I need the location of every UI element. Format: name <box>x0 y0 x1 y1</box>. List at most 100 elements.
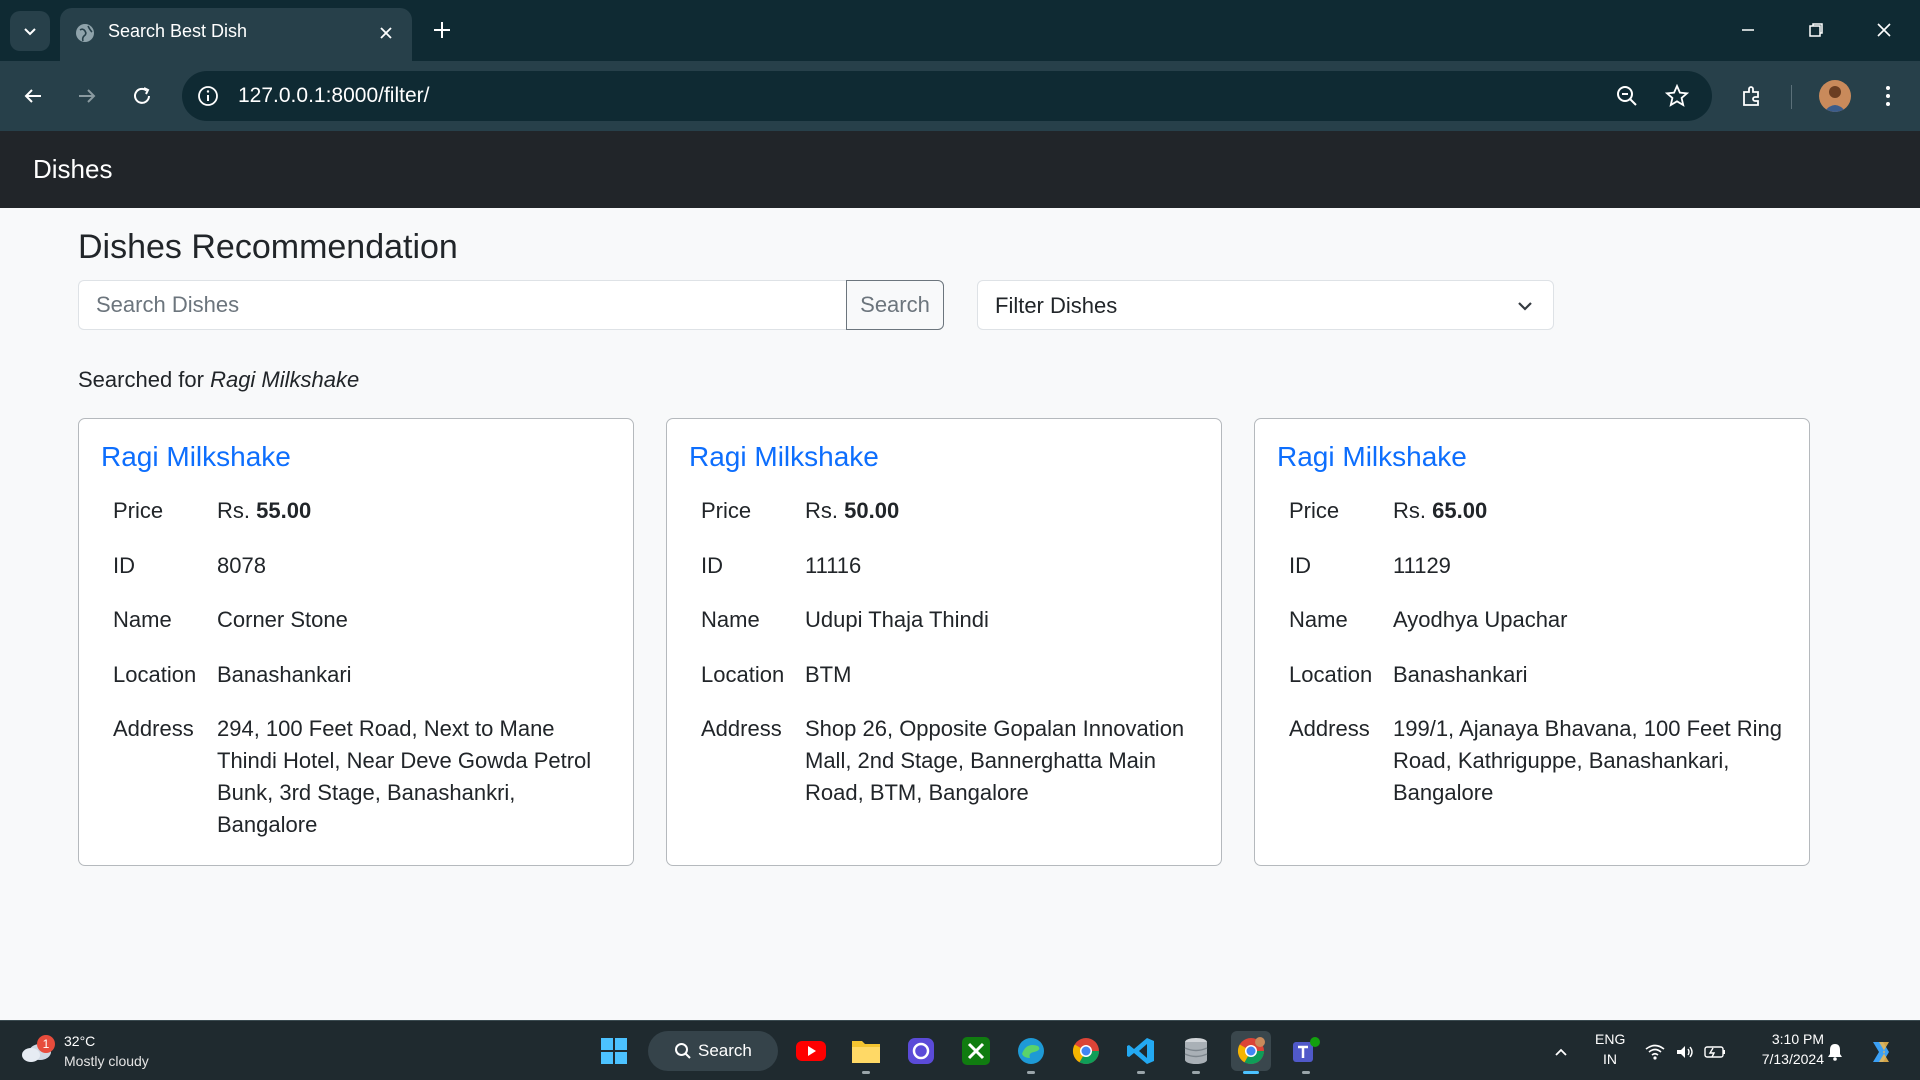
location-value: Banashankari <box>1393 662 1528 687</box>
temperature: 32°C <box>64 1033 96 1049</box>
bookmark-star-icon[interactable] <box>1664 83 1690 109</box>
running-indicator <box>1192 1071 1200 1074</box>
address-value: 294, 100 Feet Road, Next to Mane Thindi … <box>217 716 592 837</box>
forward-arrow-icon[interactable] <box>70 79 104 113</box>
currency: Rs. <box>805 498 838 523</box>
more-menu-icon[interactable] <box>1870 78 1906 114</box>
active-tab[interactable]: Search Best Dish <box>60 8 412 61</box>
taskbar-search[interactable]: Search <box>648 1031 778 1071</box>
file-explorer-icon[interactable] <box>846 1031 886 1074</box>
youtube-icon[interactable] <box>791 1031 831 1071</box>
wifi-icon[interactable] <box>1644 1041 1666 1063</box>
restore-icon[interactable] <box>1800 14 1832 46</box>
address-value: 199/1, Ajanaya Bhavana, 100 Feet Ring Ro… <box>1393 716 1782 805</box>
notification-bell-icon[interactable] <box>1824 1041 1846 1063</box>
battery-icon[interactable] <box>1704 1041 1726 1063</box>
app-icon[interactable] <box>901 1031 941 1071</box>
name-label: Name <box>701 607 760 632</box>
chevron-down-icon <box>24 28 36 36</box>
search-result-summary: Searched for Ragi Milkshake <box>78 367 359 393</box>
taskbar: 1 32°C Mostly cloudy Search ENG IN 3:10 … <box>0 1020 1920 1080</box>
location-label: Location <box>701 662 785 687</box>
weather-badge: 1 <box>37 1035 55 1053</box>
search-input[interactable] <box>78 280 847 330</box>
clock-date[interactable]: 7/13/2024 <box>1744 1051 1824 1067</box>
language-bottom[interactable]: IN <box>1595 1051 1625 1067</box>
id-value: 11116 <box>805 553 862 578</box>
clock-time[interactable]: 3:10 PM <box>1744 1031 1824 1047</box>
chrome-profile-icon[interactable] <box>1231 1031 1271 1074</box>
chrome-icon[interactable] <box>1066 1031 1106 1071</box>
navbar-brand[interactable]: Dishes <box>33 154 112 185</box>
price-label: Price <box>113 498 164 523</box>
extensions-icon[interactable] <box>1734 78 1770 114</box>
id-value: 8078 <box>217 553 266 578</box>
minimize-icon[interactable] <box>1732 14 1764 46</box>
location-value: Banashankari <box>217 662 352 687</box>
globe-icon <box>76 24 94 42</box>
location-label: Location <box>113 662 197 687</box>
toolbar-divider <box>1791 85 1792 109</box>
running-indicator <box>1027 1071 1035 1074</box>
profile-avatar[interactable] <box>1819 80 1851 112</box>
price-amount: 65.00 <box>1432 498 1488 523</box>
new-tab-icon[interactable] <box>428 16 456 44</box>
currency: Rs. <box>1393 498 1426 523</box>
running-indicator <box>1302 1071 1310 1074</box>
address-label: Address <box>113 716 194 741</box>
dish-title-link[interactable]: Ragi Milkshake <box>689 441 879 473</box>
copilot-icon[interactable] <box>1866 1037 1896 1067</box>
searched-term: Ragi Milkshake <box>210 367 360 392</box>
running-indicator <box>862 1071 870 1074</box>
tab-title: Search Best Dish <box>108 21 248 41</box>
dish-card: Ragi Milkshake Price Rs. 65.00 ID 11129 … <box>1254 418 1810 866</box>
filter-dishes-select[interactable]: Filter Dishes <box>977 280 1554 330</box>
tab-search-button[interactable] <box>10 11 50 51</box>
weather-widget[interactable]: 1 32°C Mostly cloudy <box>20 1029 180 1073</box>
price-amount: 55.00 <box>256 498 312 523</box>
language-top[interactable]: ENG <box>1595 1031 1625 1047</box>
start-icon[interactable] <box>594 1031 634 1071</box>
weather-condition: Mostly cloudy <box>64 1053 149 1069</box>
reload-icon[interactable] <box>125 79 159 113</box>
dish-title-link[interactable]: Ragi Milkshake <box>1277 441 1467 473</box>
edge-icon[interactable] <box>1011 1031 1051 1074</box>
id-label: ID <box>701 553 723 578</box>
url-text[interactable]: 127.0.0.1:8000/filter/ <box>238 84 429 108</box>
xbox-icon[interactable] <box>956 1031 996 1071</box>
name-value: Ayodhya Upachar <box>1393 607 1568 632</box>
vscode-icon[interactable] <box>1121 1031 1161 1074</box>
address-bar[interactable]: 127.0.0.1:8000/filter/ <box>182 71 1712 121</box>
volume-icon[interactable] <box>1674 1041 1696 1063</box>
price-value: Rs. 55.00 <box>217 495 617 527</box>
id-label: ID <box>1289 553 1311 578</box>
zoom-icon[interactable] <box>1614 83 1640 109</box>
id-label: ID <box>113 553 135 578</box>
browser-toolbar: 127.0.0.1:8000/filter/ <box>0 61 1920 131</box>
dish-card: Ragi Milkshake Price Rs. 50.00 ID 11116 … <box>666 418 1222 866</box>
filter-select-value: Filter Dishes <box>995 293 1118 318</box>
close-window-icon[interactable] <box>1868 14 1900 46</box>
address-value: Shop 26, Opposite Gopalan Innovation Mal… <box>805 716 1185 805</box>
site-navbar: Dishes <box>0 131 1920 208</box>
taskbar-search-label: Search <box>698 1041 752 1060</box>
chevron-down-icon <box>1518 302 1532 311</box>
search-button[interactable]: Search <box>846 280 944 330</box>
currency: Rs. <box>217 498 250 523</box>
name-label: Name <box>113 607 172 632</box>
address-label: Address <box>701 716 782 741</box>
database-icon[interactable] <box>1176 1031 1216 1074</box>
site-info-icon[interactable] <box>196 84 220 108</box>
price-label: Price <box>1289 498 1340 523</box>
name-value: Udupi Thaja Thindi <box>805 607 989 632</box>
price-value: Rs. 50.00 <box>805 495 1205 527</box>
dish-title-link[interactable]: Ragi Milkshake <box>101 441 291 473</box>
chevron-up-icon[interactable] <box>1550 1041 1572 1063</box>
location-label: Location <box>1289 662 1373 687</box>
search-form: Search <box>78 280 944 330</box>
running-indicator <box>1137 1071 1145 1074</box>
teams-icon[interactable] <box>1286 1031 1326 1074</box>
back-arrow-icon[interactable] <box>16 79 50 113</box>
running-indicator <box>1243 1071 1259 1074</box>
close-tab-icon[interactable] <box>374 21 398 45</box>
